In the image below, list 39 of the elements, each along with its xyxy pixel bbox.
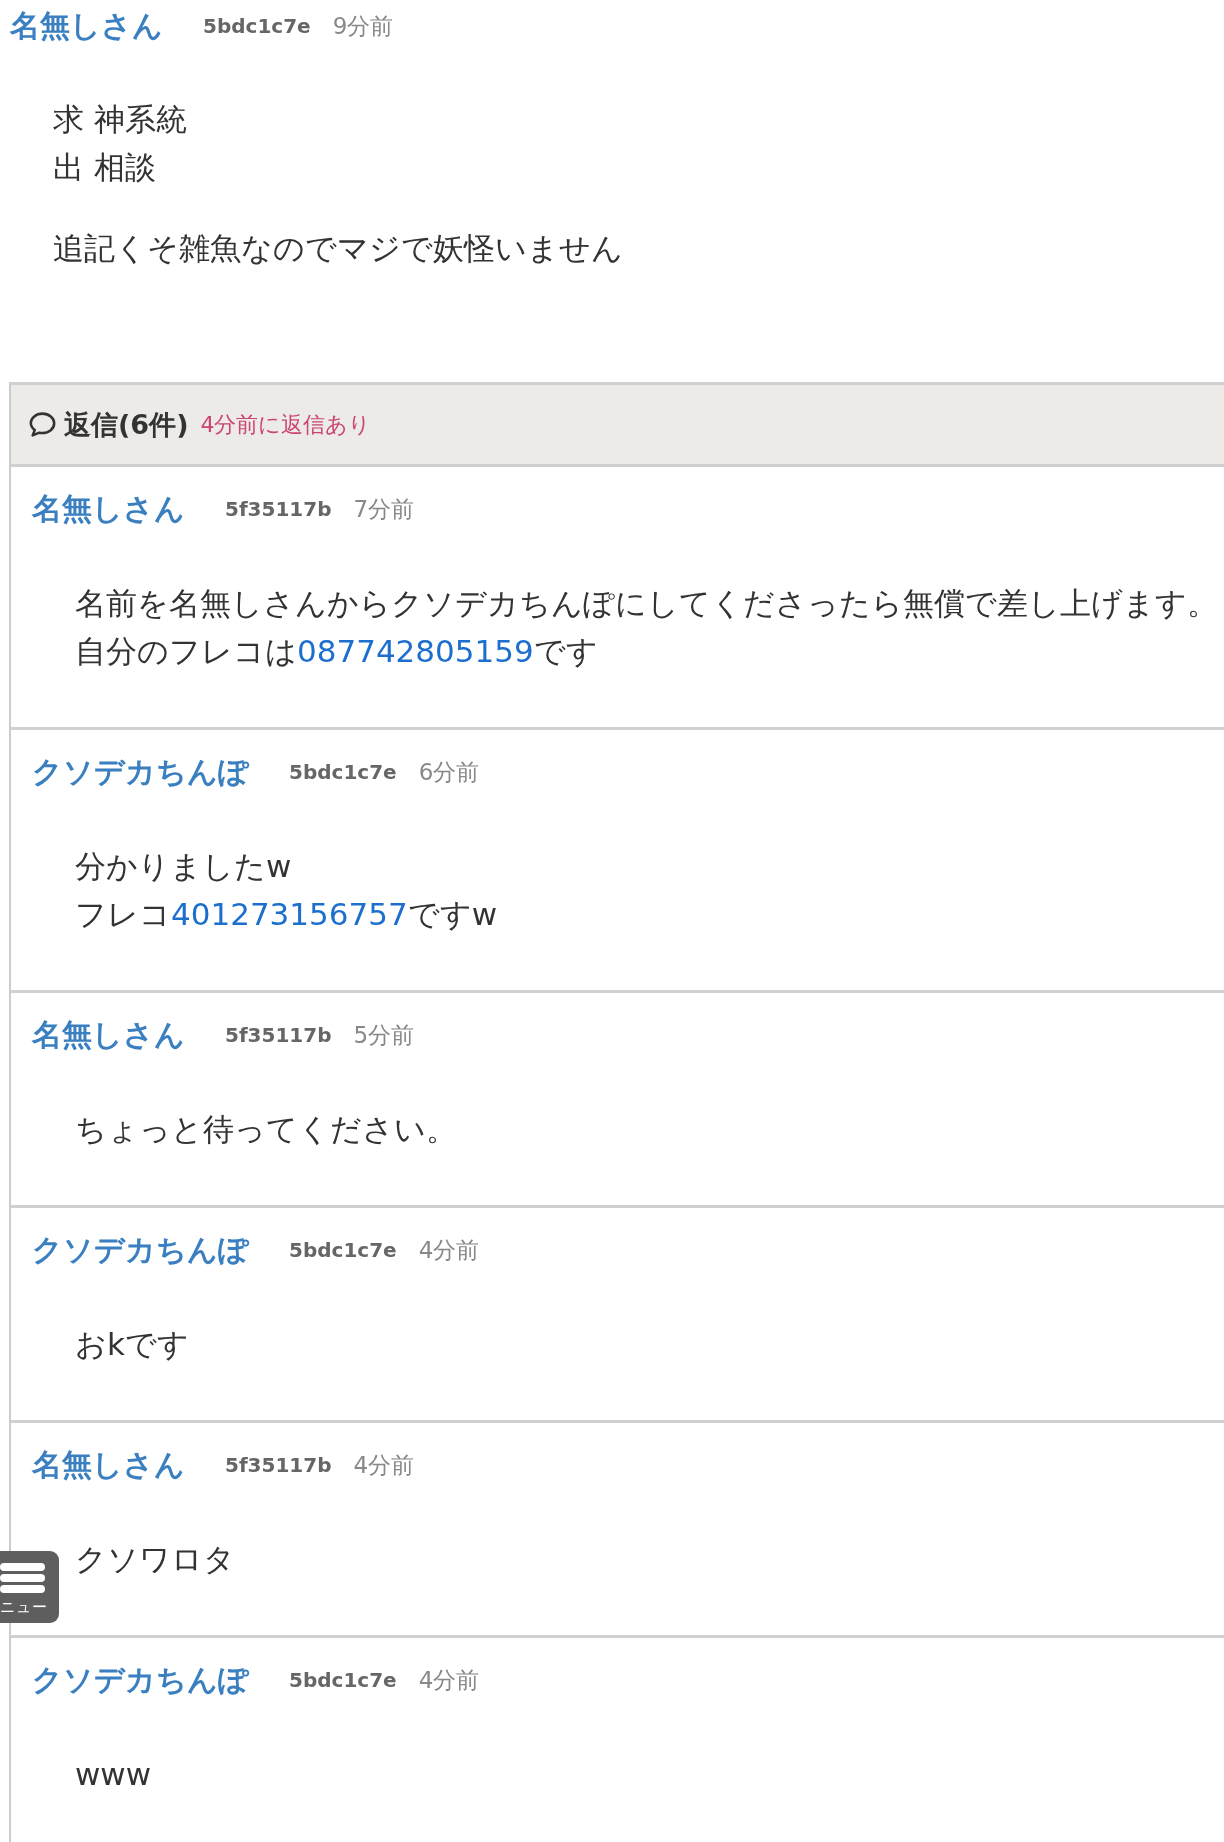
post-time: 4分前 <box>418 1235 480 1265</box>
author-name: 名無しさん <box>32 1015 185 1054</box>
reply-text: ちょっと待ってください。 <box>75 1110 457 1149</box>
author-name: 名無しさん <box>32 489 185 528</box>
author-name: クソデカちんぽ <box>32 1230 249 1269</box>
post-time: 4分前 <box>353 1450 415 1480</box>
reply-text: 自分のフレコは087742805159です <box>75 632 598 671</box>
menu-button[interactable]: ニュー <box>0 1551 59 1623</box>
reply-text: フレコ 401273156757ですw <box>75 895 498 934</box>
reply-text: 分かりましたw <box>75 847 292 886</box>
user-id: 5f35117b <box>225 497 332 521</box>
last-reply-time: 4分前に返信あり <box>200 410 372 439</box>
menu-icon <box>0 1563 45 1593</box>
post-time: 9分前 <box>332 11 394 41</box>
user-id: 5bdc1c7e <box>289 1668 397 1692</box>
post-text: 出 相談 <box>53 148 156 187</box>
author-name: クソデカちんぽ <box>32 1660 249 1699</box>
author-name: 名無しさん <box>10 6 163 45</box>
post-time: 7分前 <box>353 494 415 524</box>
post-time: 6分前 <box>418 757 480 787</box>
post-time: 4分前 <box>418 1665 480 1695</box>
reply-text: クソワロタ <box>75 1540 235 1579</box>
user-id: 5bdc1c7e <box>289 1238 397 1262</box>
friend-code-link[interactable]: 401273156757 <box>171 896 408 932</box>
user-id: 5f35117b <box>225 1023 332 1047</box>
reply-text: www <box>75 1755 152 1794</box>
friend-code-link[interactable]: 087742805159 <box>297 633 534 669</box>
user-id: 5f35117b <box>225 1453 332 1477</box>
post-text: 追記くそ雑魚なのでマジで妖怪いません <box>53 229 623 268</box>
reply-text: 名前を名無しさんからクソデカちんぽにしてくださったら無償で差し上げます。 <box>75 584 1218 623</box>
post-time: 5分前 <box>353 1020 415 1050</box>
user-id: 5bdc1c7e <box>203 14 311 38</box>
post-text: 求 神系統 <box>53 100 187 139</box>
speech-bubble-icon <box>29 412 56 437</box>
replies-count-title: 返信(6件) <box>64 407 189 442</box>
author-name: クソデカちんぽ <box>32 752 249 791</box>
author-name: 名無しさん <box>32 1445 185 1484</box>
reply-text: おkです <box>75 1325 189 1364</box>
user-id: 5bdc1c7e <box>289 760 397 784</box>
